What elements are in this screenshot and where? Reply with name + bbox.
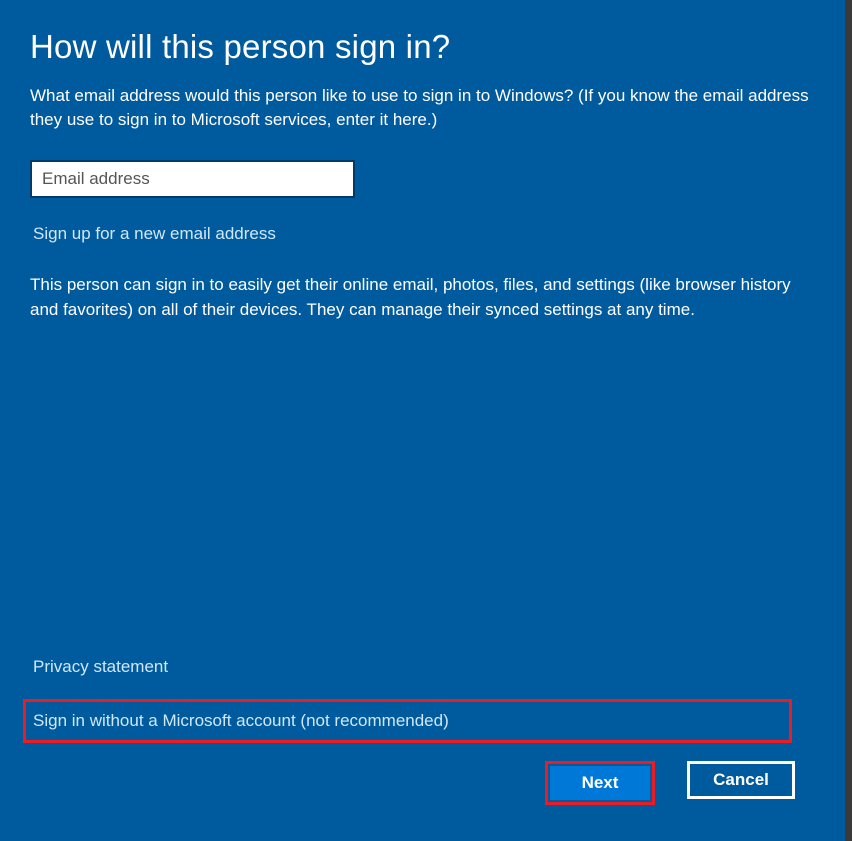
button-row: Next Cancel: [30, 761, 822, 811]
dialog-content: How will this person sign in? What email…: [0, 0, 852, 841]
signin-without-account-link[interactable]: Sign in without a Microsoft account (not…: [33, 711, 449, 730]
cancel-button[interactable]: Cancel: [687, 761, 795, 799]
signin-without-highlight: Sign in without a Microsoft account (not…: [23, 699, 792, 743]
privacy-statement-link[interactable]: Privacy statement: [33, 657, 168, 677]
signup-new-email-link[interactable]: Sign up for a new email address: [33, 224, 276, 244]
description-text: This person can sign in to easily get th…: [30, 272, 820, 323]
dialog-subtitle: What email address would this person lik…: [30, 84, 820, 132]
bottom-links: Privacy statement Sign in without a Micr…: [33, 657, 822, 761]
dialog-title: How will this person sign in?: [30, 28, 822, 66]
next-button[interactable]: Next: [550, 766, 650, 800]
scrollbar-track[interactable]: [845, 0, 852, 841]
email-input[interactable]: [30, 160, 355, 198]
next-button-highlight: Next: [545, 761, 655, 805]
